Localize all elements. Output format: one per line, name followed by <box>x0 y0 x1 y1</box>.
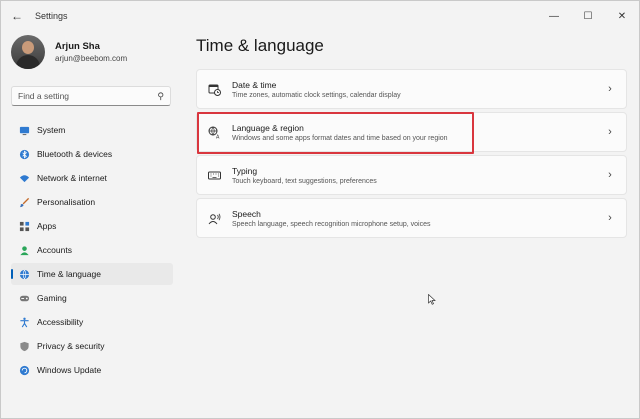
accessibility-icon <box>18 316 30 328</box>
page-title: Time & language <box>196 36 324 55</box>
avatar[interactable] <box>11 35 45 69</box>
card-title: Language & region <box>232 122 304 133</box>
card-desc: Touch keyboard, text suggestions, prefer… <box>232 177 377 185</box>
sidebar-item-privacy[interactable]: Privacy & security <box>11 335 173 357</box>
settings-window: ← Settings — ☐ ✕ Arjun Sha arjun@beebom.… <box>0 0 640 419</box>
chevron-right-icon: › <box>608 126 612 138</box>
sidebar-item-label: Time & language <box>37 269 101 279</box>
card-desc: Time zones, automatic clock settings, ca… <box>232 91 401 99</box>
sidebar-item-time-language[interactable]: Time & language <box>11 263 173 285</box>
bluetooth-icon <box>18 148 30 160</box>
card-text: Date & time Time zones, automatic clock … <box>232 80 600 99</box>
chevron-right-icon: › <box>608 83 612 95</box>
monitor-icon <box>18 124 30 136</box>
sidebar-item-accessibility[interactable]: Accessibility <box>11 311 173 333</box>
sidebar-item-label: Windows Update <box>37 365 102 375</box>
sidebar-item-label: Gaming <box>37 293 67 303</box>
sidebar-item-network[interactable]: Network & internet <box>11 167 173 189</box>
chevron-right-icon: › <box>608 212 612 224</box>
sidebar-nav: System Bluetooth & devices Network & int… <box>11 119 173 383</box>
card-text: Speech Speech language, speech recogniti… <box>232 209 600 228</box>
title-bar: ← Settings — ☐ ✕ <box>1 1 639 31</box>
profile-text: Arjun Sha arjun@beebom.com <box>55 41 127 63</box>
maximize-button[interactable]: ☐ <box>571 1 605 31</box>
sidebar-item-personalisation[interactable]: Personalisation <box>11 191 173 213</box>
card-typing[interactable]: Typing Touch keyboard, text suggestions,… <box>196 155 627 195</box>
brush-icon <box>18 196 30 208</box>
language-icon: A <box>207 125 221 139</box>
user-profile[interactable]: Arjun Sha arjun@beebom.com <box>11 35 127 69</box>
card-text: Language & region Windows and some apps … <box>232 123 600 142</box>
card-text: Typing Touch keyboard, text suggestions,… <box>232 166 600 185</box>
shield-icon <box>18 340 30 352</box>
settings-cards: Date & time Time zones, automatic clock … <box>196 69 627 241</box>
sidebar-item-accounts[interactable]: Accounts <box>11 239 173 261</box>
svg-text:A: A <box>216 134 220 139</box>
card-title: Speech <box>232 208 261 219</box>
sidebar-item-system[interactable]: System <box>11 119 173 141</box>
back-button[interactable]: ← <box>3 2 31 30</box>
person-icon <box>18 244 30 256</box>
card-title: Typing <box>232 165 258 176</box>
calendar-clock-icon <box>207 82 221 96</box>
window-controls: — ☐ ✕ <box>537 1 639 31</box>
search-box[interactable]: ⚲ <box>11 86 171 106</box>
chevron-right-icon: › <box>608 169 612 181</box>
mouse-cursor-icon <box>428 294 436 305</box>
sidebar-item-label: Network & internet <box>37 173 107 183</box>
profile-name: Arjun Sha <box>55 41 100 52</box>
speech-icon <box>207 211 221 225</box>
globe-clock-icon <box>18 268 30 280</box>
card-language-region[interactable]: A Language & region Windows and some app… <box>196 112 627 152</box>
sidebar-item-label: Bluetooth & devices <box>37 149 113 159</box>
profile-email: arjun@beebom.com <box>55 54 128 63</box>
card-speech[interactable]: Speech Speech language, speech recogniti… <box>196 198 627 238</box>
sidebar-item-label: Personalisation <box>37 197 96 207</box>
apps-icon <box>18 220 30 232</box>
gamepad-icon <box>18 292 30 304</box>
minimize-button[interactable]: — <box>537 1 571 31</box>
search-icon[interactable]: ⚲ <box>157 91 164 102</box>
back-arrow-icon: ← <box>11 9 23 23</box>
sidebar-item-label: Apps <box>37 221 57 231</box>
sidebar-item-gaming[interactable]: Gaming <box>11 287 173 309</box>
keyboard-icon <box>207 168 221 182</box>
sidebar-item-apps[interactable]: Apps <box>11 215 173 237</box>
sidebar-item-label: Accounts <box>37 245 72 255</box>
update-icon <box>18 364 30 376</box>
card-desc: Windows and some apps format dates and t… <box>232 134 448 142</box>
card-date-time[interactable]: Date & time Time zones, automatic clock … <box>196 69 627 109</box>
sidebar-item-bluetooth[interactable]: Bluetooth & devices <box>11 143 173 165</box>
card-title: Date & time <box>232 79 277 90</box>
sidebar-item-windows-update[interactable]: Windows Update <box>11 359 173 381</box>
app-title: Settings <box>35 11 68 21</box>
search-input[interactable] <box>18 91 158 101</box>
sidebar-item-label: System <box>37 125 66 135</box>
close-button[interactable]: ✕ <box>605 1 639 31</box>
sidebar-item-label: Accessibility <box>37 317 84 327</box>
card-desc: Speech language, speech recognition micr… <box>232 220 431 228</box>
sidebar-item-label: Privacy & security <box>37 341 105 351</box>
wifi-icon <box>18 172 30 184</box>
